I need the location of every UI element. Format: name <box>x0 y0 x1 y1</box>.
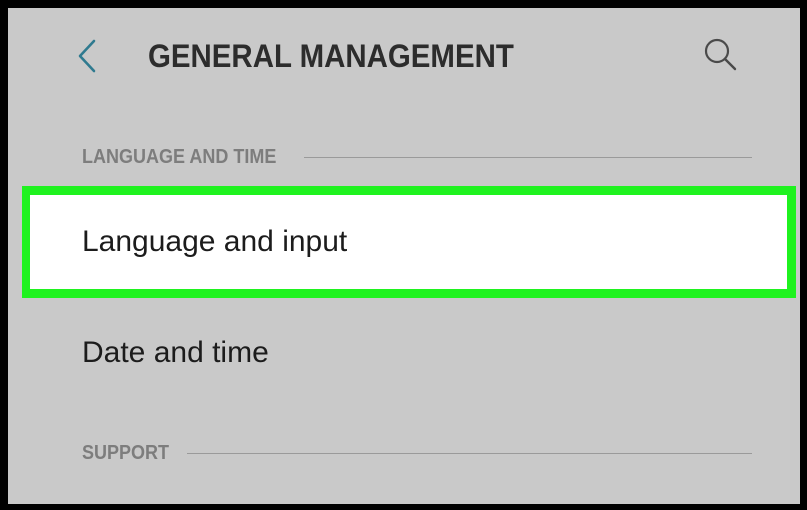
search-icon <box>702 36 738 77</box>
divider <box>186 453 752 454</box>
section-title: LANGUAGE AND TIME <box>82 146 277 168</box>
section-title: SUPPORT <box>82 442 170 464</box>
list-item-language-and-input[interactable]: Language and input <box>30 195 787 289</box>
search-button[interactable] <box>698 34 742 78</box>
page-title: GENERAL MANAGEMENT <box>148 38 514 74</box>
divider <box>303 157 752 158</box>
screenshot-frame: GENERAL MANAGEMENT LANGUAGE AND TIME Lan… <box>0 0 807 510</box>
list-item-label: Date and time <box>82 336 269 369</box>
chevron-left-icon <box>76 38 98 79</box>
settings-screen: GENERAL MANAGEMENT LANGUAGE AND TIME Lan… <box>8 8 800 504</box>
app-bar: GENERAL MANAGEMENT <box>8 8 800 108</box>
back-button[interactable] <box>72 38 102 78</box>
list-item-date-and-time[interactable]: Date and time <box>8 308 800 398</box>
section-header-language-and-time: LANGUAGE AND TIME <box>82 146 752 169</box>
list-item-label: Language and input <box>82 225 348 258</box>
section-header-support: SUPPORT <box>82 442 752 465</box>
